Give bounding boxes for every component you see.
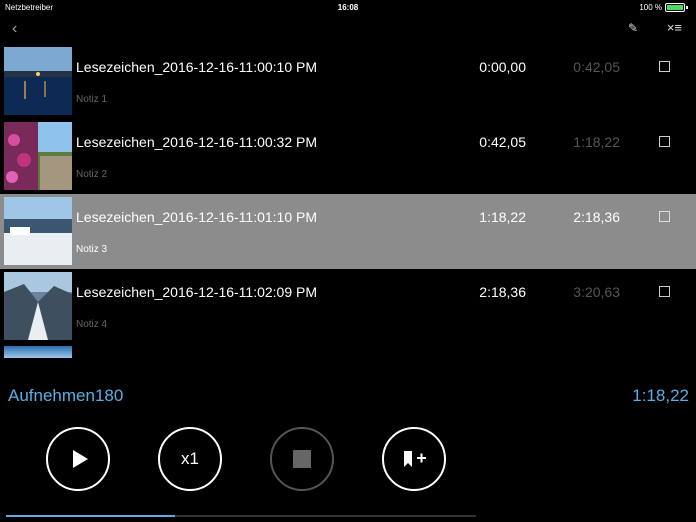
bookmark-plus-icon bbox=[404, 451, 426, 467]
bookmark-row[interactable]: Lesezeichen_2016-12-16-11:00:32 PM Notiz… bbox=[0, 119, 696, 194]
status-bar: Netzbetreiber 16:08 100 % bbox=[0, 0, 696, 14]
add-bookmark-button[interactable] bbox=[382, 427, 446, 491]
bookmark-checkbox[interactable] bbox=[659, 286, 670, 297]
nav-bar: ‹ ✎ ×≡ bbox=[0, 14, 696, 44]
close-list-icon[interactable]: ×≡ bbox=[667, 20, 682, 35]
bookmark-row-selected[interactable]: Lesezeichen_2016-12-16-11:01:10 PM Notiz… bbox=[0, 194, 696, 269]
bookmark-list: Lesezeichen_2016-12-16-11:00:10 PM Notiz… bbox=[0, 44, 696, 344]
bookmark-checkbox[interactable] bbox=[659, 211, 670, 222]
bookmark-start-time: 1:18,22 bbox=[479, 209, 526, 225]
bookmark-end-time: 2:18,36 bbox=[573, 209, 620, 225]
recording-position: 1:18,22 bbox=[632, 386, 689, 405]
thumbnail-glacier bbox=[4, 272, 72, 340]
stop-icon bbox=[293, 450, 311, 468]
playback-progress[interactable] bbox=[6, 515, 476, 517]
thumbnail-harbor bbox=[4, 47, 72, 115]
bookmark-start-time: 2:18,36 bbox=[479, 284, 526, 300]
bookmark-row[interactable]: Lesezeichen_2016-12-16-11:02:09 PM Notiz… bbox=[0, 269, 696, 344]
bookmark-end-time: 3:20,63 bbox=[573, 284, 620, 300]
bookmark-end-time: 0:42,05 bbox=[573, 59, 620, 75]
battery-icon bbox=[665, 3, 685, 12]
bookmark-end-time: 1:18,22 bbox=[573, 134, 620, 150]
thumbnail-flowers bbox=[4, 122, 72, 190]
battery-tip bbox=[686, 6, 688, 9]
speed-label: x1 bbox=[181, 449, 199, 468]
bookmark-title: Lesezeichen_2016-12-16-11:02:09 PM bbox=[76, 284, 318, 300]
bookmark-checkbox[interactable] bbox=[659, 136, 670, 147]
bookmark-start-time: 0:42,05 bbox=[479, 134, 526, 150]
bookmark-checkbox[interactable] bbox=[659, 61, 670, 72]
bookmark-note: Notiz 4 bbox=[76, 319, 108, 330]
speed-button[interactable]: x1 bbox=[158, 427, 222, 491]
play-icon bbox=[72, 450, 88, 468]
battery-percent: 100 % bbox=[639, 3, 662, 12]
bookmark-start-time: 0:00,00 bbox=[479, 59, 526, 75]
bookmark-note: Notiz 2 bbox=[76, 169, 108, 180]
bookmark-note: Notiz 3 bbox=[76, 244, 108, 255]
clock: 16:08 bbox=[337, 3, 359, 12]
recording-name: Aufnehmen180 bbox=[8, 386, 124, 405]
bookmark-title: Lesezeichen_2016-12-16-11:01:10 PM bbox=[76, 209, 318, 225]
pen-icon[interactable]: ✎ bbox=[628, 21, 638, 35]
chevron-left-icon[interactable]: ‹ bbox=[12, 20, 17, 38]
next-thumbnail-peek bbox=[4, 346, 72, 358]
bookmark-title: Lesezeichen_2016-12-16-11:00:10 PM bbox=[76, 59, 318, 75]
playback-controls: x1 bbox=[0, 427, 696, 495]
status-right: 100 % bbox=[639, 3, 688, 12]
playback-progress-fill bbox=[6, 515, 176, 517]
bookmark-row[interactable]: Lesezeichen_2016-12-16-11:00:10 PM Notiz… bbox=[0, 44, 696, 119]
bookmark-title: Lesezeichen_2016-12-16-11:00:32 PM bbox=[76, 134, 318, 150]
play-button[interactable] bbox=[46, 427, 110, 491]
thumbnail-ice bbox=[4, 197, 72, 265]
stop-button[interactable] bbox=[270, 427, 334, 491]
bookmark-note: Notiz 1 bbox=[76, 94, 108, 105]
